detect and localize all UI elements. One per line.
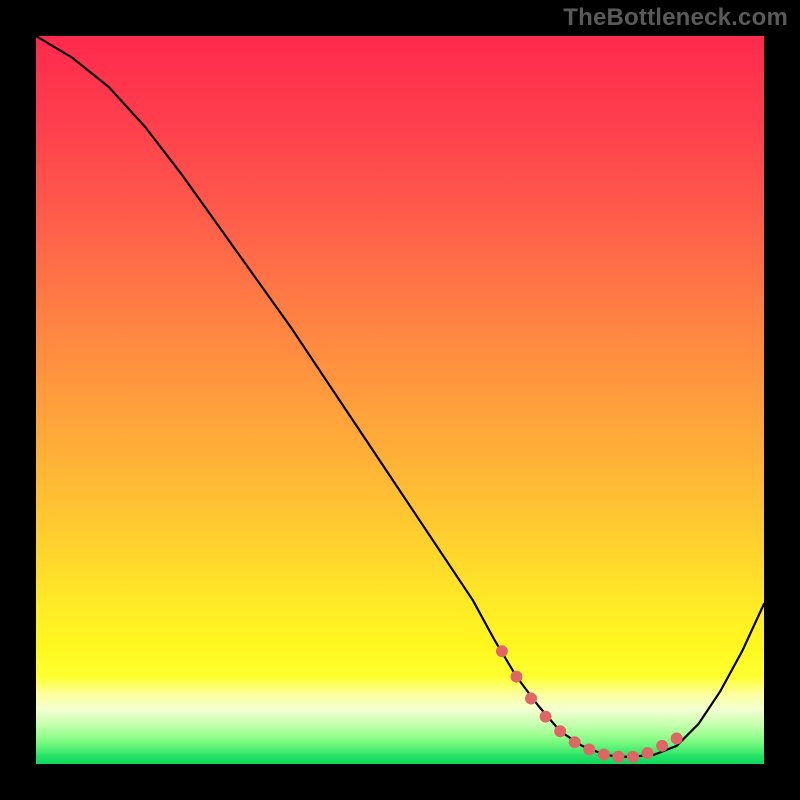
highlight-marker [569, 736, 581, 748]
highlight-marker [496, 645, 508, 657]
highlight-marker [583, 743, 595, 755]
watermark-text: TheBottleneck.com [563, 4, 788, 32]
highlight-marker [598, 749, 610, 761]
highlight-marker [642, 747, 654, 759]
highlight-marker [525, 693, 537, 705]
highlight-marker [554, 725, 566, 737]
highlight-marker [540, 711, 552, 723]
highlight-markers [36, 36, 764, 764]
chart-stage: TheBottleneck.com [0, 0, 800, 800]
highlight-marker [612, 751, 624, 763]
highlight-marker [656, 740, 668, 752]
highlight-marker [627, 751, 639, 763]
highlight-marker [671, 733, 683, 745]
plot-area [34, 34, 766, 766]
highlight-marker [511, 671, 523, 683]
